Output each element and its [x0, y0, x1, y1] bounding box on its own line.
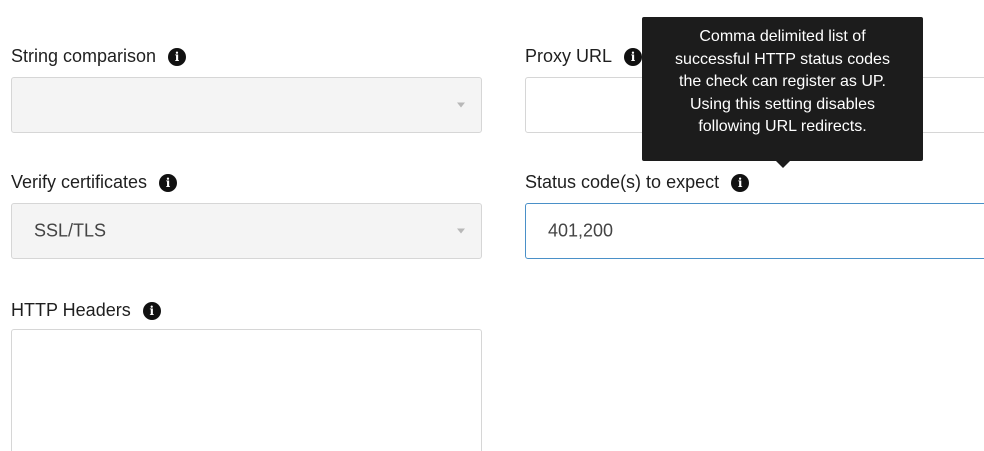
- string-comparison-label-text: String comparison: [11, 46, 157, 66]
- status-codes-value: 401,200: [548, 220, 614, 241]
- verify-certificates-value: SSL/TLS: [34, 220, 107, 241]
- verify-certificates-select[interactable]: SSL/TLS: [11, 203, 482, 259]
- chevron-down-icon: [457, 102, 465, 108]
- status-codes-tooltip: Comma delimited list of successful HTTP …: [642, 17, 923, 161]
- tooltip-line: Comma delimited list of: [699, 28, 866, 45]
- info-icon[interactable]: i: [731, 173, 750, 192]
- tooltip-line: following URL redirects.: [698, 118, 867, 135]
- proxy-url-label-text: Proxy URL: [525, 46, 613, 66]
- status-codes-label: Status code(s) to expect i: [525, 172, 750, 193]
- info-icon[interactable]: i: [142, 301, 161, 320]
- info-icon[interactable]: i: [168, 47, 187, 66]
- info-icon[interactable]: i: [159, 173, 178, 192]
- status-codes-input[interactable]: 401,200: [525, 203, 984, 259]
- tooltip-line: successful HTTP status codes: [675, 50, 890, 68]
- http-headers-textarea[interactable]: [11, 329, 482, 451]
- check-settings-form: String comparison i Proxy URL i Verify c…: [0, 0, 984, 451]
- info-icon[interactable]: i: [624, 47, 643, 66]
- verify-certificates-label-text: Verify certificates: [11, 172, 148, 192]
- verify-certificates-label: Verify certificates i: [11, 172, 178, 193]
- string-comparison-label: String comparison i: [11, 46, 187, 67]
- tooltip-line: the check can register as UP.: [679, 73, 886, 90]
- tooltip-arrow: [776, 161, 790, 168]
- http-headers-label-text: HTTP Headers: [11, 300, 131, 320]
- string-comparison-select[interactable]: [11, 77, 482, 133]
- proxy-url-label: Proxy URL i: [525, 46, 643, 67]
- http-headers-label: HTTP Headers i: [11, 300, 161, 321]
- tooltip-line: Using this setting disables: [690, 95, 875, 113]
- chevron-down-icon: [457, 228, 465, 234]
- status-codes-label-text: Status code(s) to expect: [525, 172, 720, 192]
